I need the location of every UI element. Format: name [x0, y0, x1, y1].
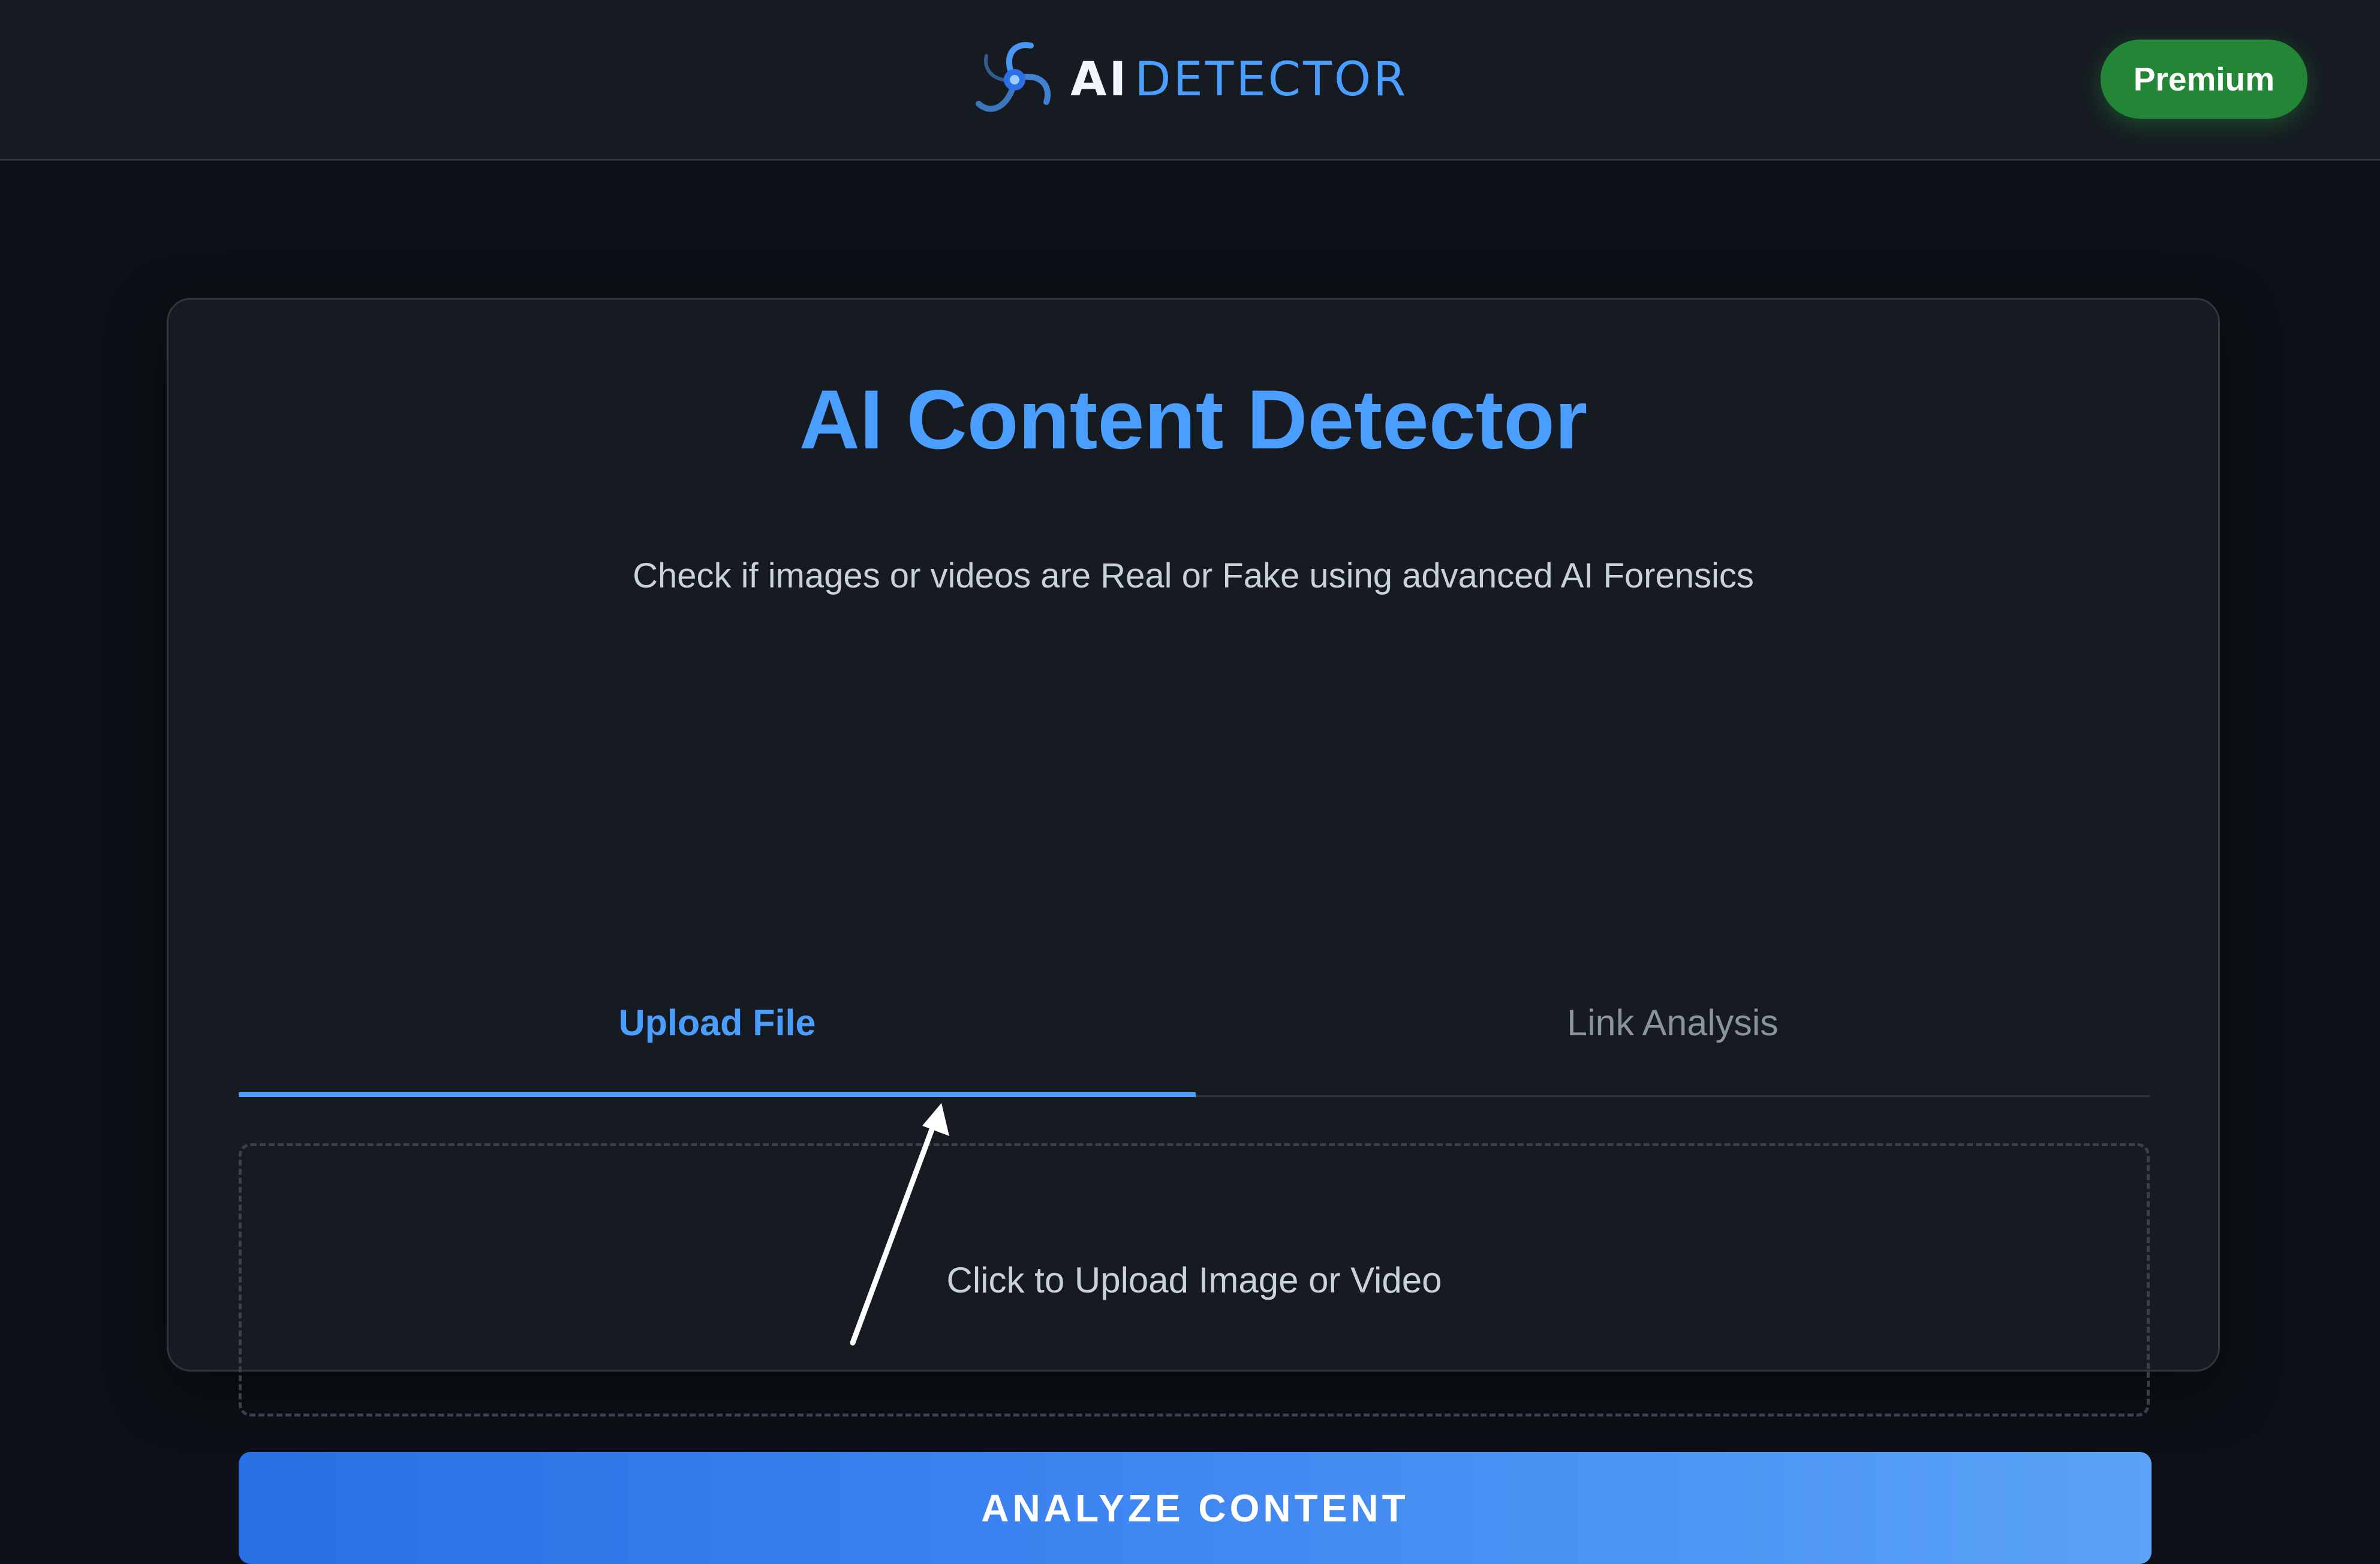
premium-button[interactable]: Premium	[2101, 40, 2307, 119]
tab-upload-file[interactable]: Upload File	[239, 953, 1196, 1097]
dropzone-label: Click to Upload Image or Video	[946, 1259, 1442, 1300]
analyze-content-button[interactable]: ANALYZE CONTENT	[239, 1452, 2152, 1564]
logo-text-ai: AI	[1070, 53, 1129, 107]
analysis-tabs: Upload File Link Analysis	[239, 953, 2150, 1097]
logo-text-detector: DETECTOR	[1135, 53, 1409, 107]
tab-link-analysis[interactable]: Link Analysis	[1196, 953, 2150, 1097]
pointer-arrow-icon	[850, 1103, 949, 1346]
detector-card: AI Content Detector Check if images or v…	[167, 298, 2220, 1564]
app-logo[interactable]: AI DETECTOR	[970, 35, 1408, 125]
page-subtitle: Check if images or videos are Real or Fa…	[633, 556, 1754, 595]
page-title: AI Content Detector	[799, 372, 1588, 466]
logo-text: AI DETECTOR	[1070, 56, 1408, 103]
top-bar: AI DETECTOR Premium	[0, 0, 2380, 161]
swirl-logo-icon	[976, 42, 1051, 112]
upload-dropzone[interactable]: Click to Upload Image or Video	[239, 1143, 2150, 1417]
